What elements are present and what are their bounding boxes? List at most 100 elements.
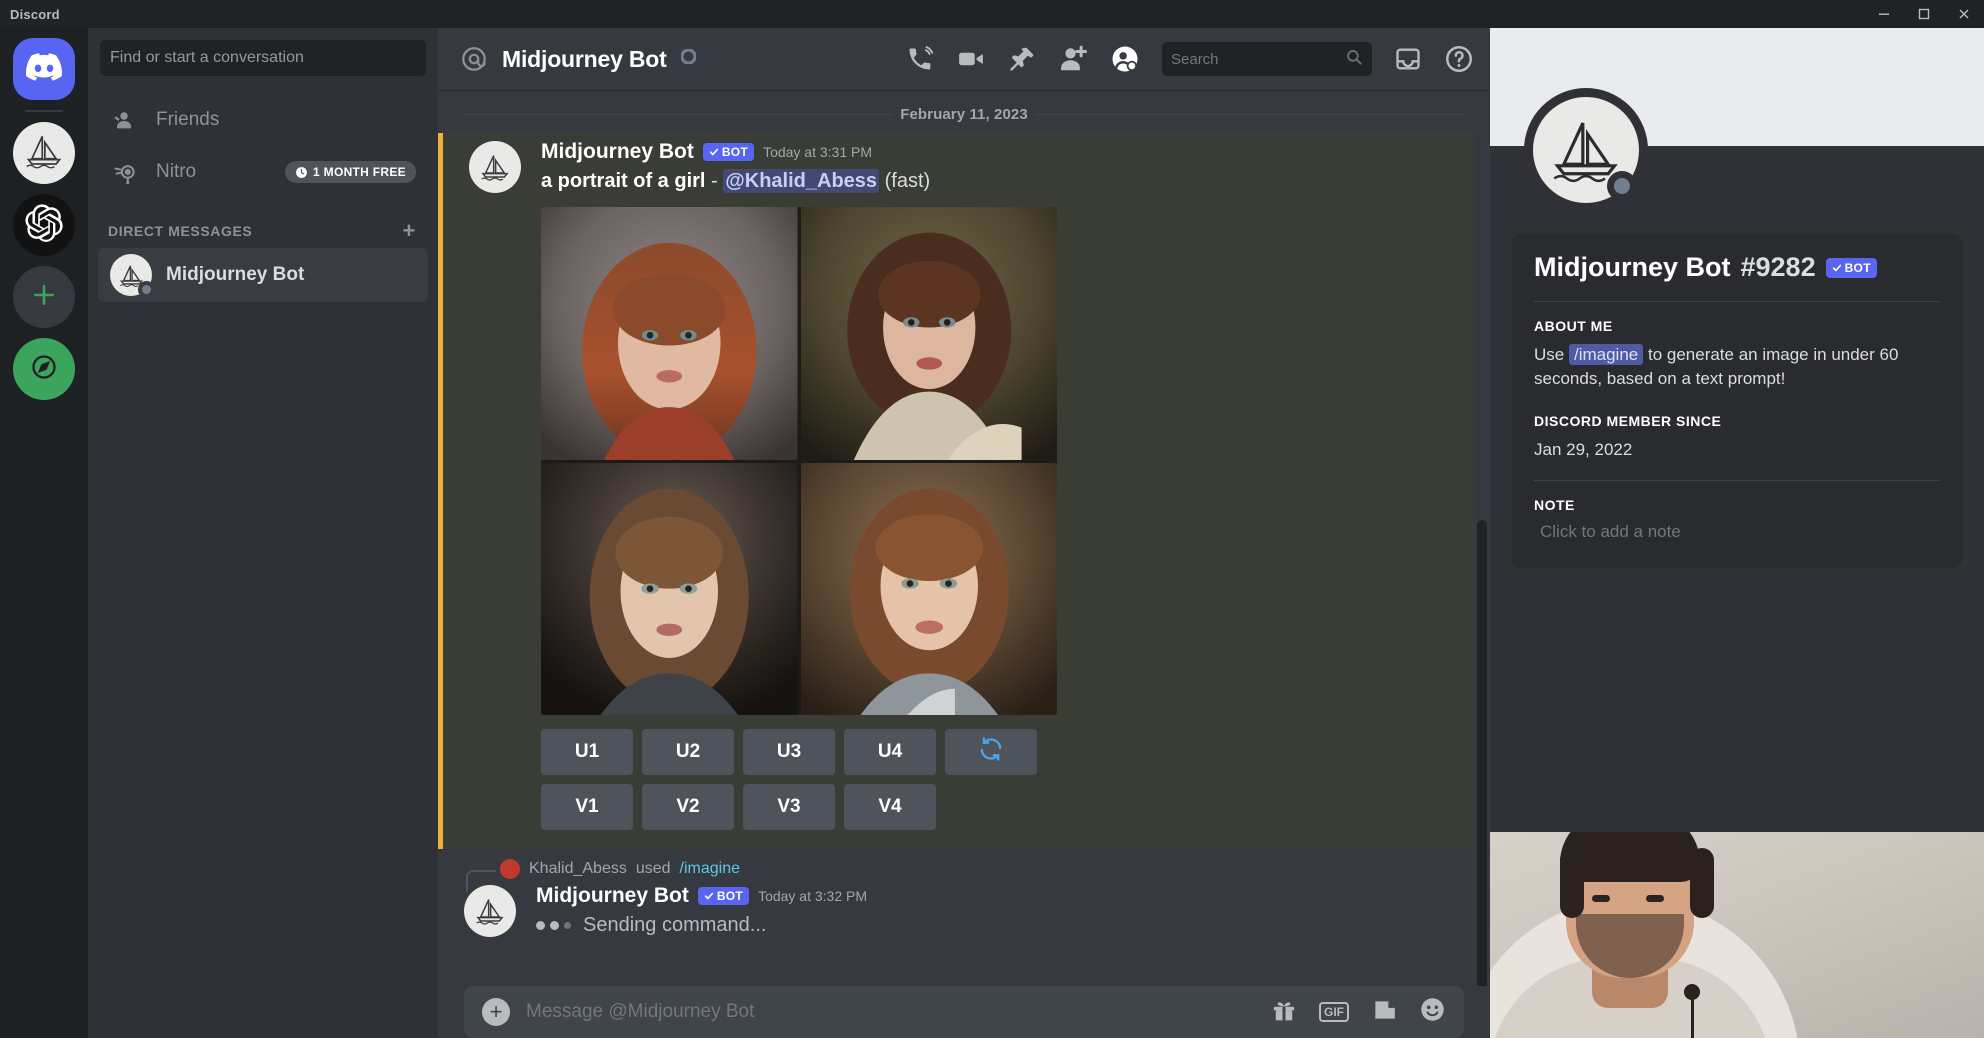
reroll-button[interactable] — [945, 729, 1037, 775]
bot-tag-label: BOT — [1845, 261, 1871, 275]
check-icon — [704, 891, 714, 901]
upscale-button-u2[interactable]: U2 — [642, 729, 734, 775]
bot-tag-label: BOT — [717, 890, 743, 902]
refresh-icon — [978, 736, 1004, 768]
status-badge — [1607, 171, 1637, 201]
message-list[interactable]: February 11, 2023 — [438, 90, 1490, 986]
discord-window: Discord — [0, 0, 1984, 1038]
dm-section-label: DIRECT MESSAGES — [108, 223, 252, 239]
sidebar-item-midjourney[interactable] — [13, 122, 75, 184]
clock-icon — [295, 166, 308, 179]
page-title: Midjourney Bot — [502, 46, 667, 73]
create-dm-icon[interactable]: + — [403, 220, 420, 242]
prompt-text: a portrait of a girl — [541, 170, 705, 192]
compass-icon — [30, 353, 58, 386]
about-me-label: ABOUT ME — [1534, 318, 1940, 334]
maximize-icon[interactable] — [1904, 0, 1944, 28]
emoji-icon[interactable] — [1419, 996, 1446, 1028]
message-scrollbar[interactable] — [1477, 520, 1487, 986]
gift-icon[interactable] — [1271, 997, 1297, 1028]
toggle-member-list-icon[interactable] — [1110, 44, 1140, 74]
dm-search-wrap: Find or start a conversation — [88, 28, 438, 86]
explore-servers-button[interactable] — [13, 338, 75, 400]
profile-discriminator: #9282 — [1741, 252, 1816, 283]
avatar — [110, 254, 152, 296]
gif-icon[interactable]: GIF — [1319, 1002, 1349, 1022]
note-label: NOTE — [1534, 497, 1940, 513]
message-input[interactable]: Message @Midjourney Bot — [526, 1001, 754, 1023]
avatar[interactable] — [464, 885, 516, 937]
pinned-messages-icon[interactable] — [1008, 45, 1036, 73]
generation-mode: (fast) — [885, 170, 931, 192]
message-item-sending[interactable]: Khalid_Abess used /imagine — [438, 849, 1490, 941]
inbox-icon[interactable] — [1394, 45, 1422, 73]
sailboat-icon — [474, 896, 506, 926]
add-friends-to-dm-icon[interactable] — [1058, 44, 1088, 74]
reply-spine — [466, 870, 496, 892]
date-divider-label: February 11, 2023 — [892, 106, 1036, 123]
message-composer[interactable]: + Message @Midjourney Bot GIF — [464, 986, 1464, 1038]
loading-dots-icon — [536, 921, 571, 930]
variation-button-v2[interactable]: V2 — [642, 784, 734, 830]
imagine-command-pill: /imagine — [1569, 344, 1643, 365]
generated-image-grid[interactable] — [541, 207, 1057, 715]
message-item-result[interactable]: Midjourney Bot BOT Today at 3:31 PM a po… — [438, 133, 1474, 849]
sticker-icon[interactable] — [1371, 997, 1397, 1028]
upscale-button-u4[interactable]: U4 — [844, 729, 936, 775]
variation-button-row: V1 V2 V3 V4 — [541, 784, 1448, 830]
channel-header: Midjourney Bot — [438, 28, 1490, 90]
search-icon — [1345, 48, 1363, 70]
sidebar-item-openai[interactable] — [13, 194, 75, 256]
grid-image-1[interactable] — [541, 207, 798, 460]
grid-image-2[interactable] — [801, 207, 1058, 460]
search-input[interactable]: Search — [1162, 42, 1372, 76]
status-badge: BOT — [1826, 258, 1877, 278]
channel-header-actions: Search — [906, 42, 1474, 76]
profile-avatar[interactable] — [1524, 88, 1648, 212]
profile-username: Midjourney Bot — [1534, 252, 1731, 283]
message-timestamp: Today at 3:32 PM — [758, 889, 867, 903]
slash-command-label[interactable]: /imagine — [680, 860, 740, 878]
grid-image-3[interactable] — [541, 463, 798, 716]
sending-status-label: Sending command... — [583, 914, 766, 937]
upscale-button-u3[interactable]: U3 — [743, 729, 835, 775]
message-author[interactable]: Midjourney Bot — [536, 885, 689, 906]
minimize-icon[interactable] — [1864, 0, 1904, 28]
add-server-button[interactable] — [13, 266, 75, 328]
find-conversation-input[interactable]: Find or start a conversation — [100, 40, 426, 76]
sidebar-item-home[interactable] — [13, 38, 75, 100]
close-icon[interactable] — [1944, 0, 1984, 28]
upscale-button-u1[interactable]: U1 — [541, 729, 633, 775]
help-icon[interactable] — [1444, 44, 1474, 74]
profile-card: Midjourney Bot#9282 BOT ABOUT ME Use /im… — [1512, 234, 1962, 568]
upload-attachment-icon[interactable]: + — [482, 998, 510, 1026]
variation-button-v3[interactable]: V3 — [743, 784, 835, 830]
server-rail — [0, 28, 88, 1038]
dm-list-item-label: Midjourney Bot — [166, 264, 304, 286]
message-body: Sending command... — [536, 914, 1464, 937]
start-video-call-icon[interactable] — [956, 44, 986, 74]
message-author[interactable]: Midjourney Bot — [541, 141, 694, 162]
status-badge: BOT — [703, 143, 754, 161]
command-verb-label: used — [636, 860, 671, 878]
member-since-value: Jan 29, 2022 — [1534, 438, 1940, 462]
variation-button-v4[interactable]: V4 — [844, 784, 936, 830]
status-badge: BOT — [698, 887, 749, 905]
avatar[interactable] — [469, 141, 521, 193]
dm-list-item-midjourney-bot[interactable]: Midjourney Bot — [98, 248, 428, 302]
note-input[interactable]: Click to add a note — [1534, 522, 1940, 542]
openai-logo-icon — [25, 204, 63, 247]
nitro-promo-badge[interactable]: 1 MONTH FREE — [285, 161, 416, 183]
friends-icon — [110, 107, 140, 134]
profile-username-row: Midjourney Bot #9282 BOT — [1534, 252, 1940, 283]
user-mention[interactable]: @Khalid_Abess — [723, 169, 879, 193]
sidebar-item-friends[interactable]: Friends — [98, 94, 428, 146]
command-user-label[interactable]: Khalid_Abess — [529, 860, 627, 878]
avatar — [500, 859, 520, 879]
discord-logo-icon — [26, 53, 62, 86]
start-voice-call-icon[interactable] — [906, 45, 934, 73]
variation-button-v1[interactable]: V1 — [541, 784, 633, 830]
check-icon — [1832, 263, 1842, 273]
sidebar-item-nitro[interactable]: Nitro 1 MONTH FREE — [98, 146, 428, 198]
grid-image-4[interactable] — [801, 463, 1058, 716]
